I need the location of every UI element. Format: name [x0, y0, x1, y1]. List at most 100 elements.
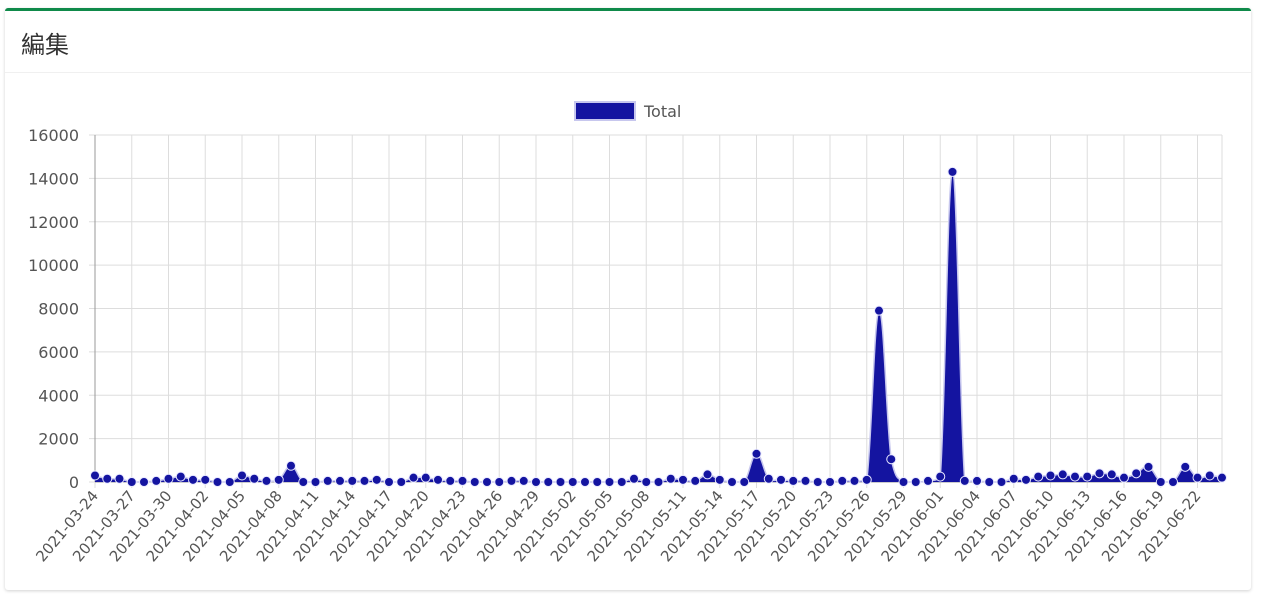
data-point[interactable]: [506, 475, 517, 486]
data-point[interactable]: [641, 477, 652, 487]
legend-label-total[interactable]: Total: [643, 102, 681, 121]
data-point[interactable]: [861, 474, 872, 485]
data-point[interactable]: [849, 475, 860, 486]
data-point[interactable]: [923, 475, 933, 486]
data-point[interactable]: [751, 448, 762, 459]
data-point[interactable]: [1070, 471, 1080, 482]
data-point[interactable]: [175, 471, 186, 482]
data-point[interactable]: [788, 475, 799, 486]
data-point[interactable]: [1106, 469, 1117, 480]
data-point[interactable]: [310, 477, 321, 487]
data-point[interactable]: [690, 475, 701, 486]
data-point[interactable]: [1094, 468, 1105, 479]
data-point[interactable]: [200, 474, 211, 485]
data-point[interactable]: [1021, 474, 1031, 485]
data-point[interactable]: [825, 477, 835, 487]
data-point[interactable]: [800, 475, 811, 486]
data-point[interactable]: [1008, 473, 1019, 484]
data-point[interactable]: [518, 475, 529, 486]
data-point[interactable]: [396, 477, 407, 487]
data-point[interactable]: [1057, 469, 1068, 480]
data-point[interactable]: [776, 474, 786, 485]
data-point[interactable]: [653, 477, 664, 487]
data-point[interactable]: [604, 477, 615, 487]
data-point[interactable]: [126, 477, 137, 487]
data-point[interactable]: [678, 474, 688, 485]
data-point[interactable]: [837, 475, 848, 486]
data-point[interactable]: [420, 472, 431, 483]
data-point[interactable]: [482, 477, 492, 487]
data-point[interactable]: [494, 477, 505, 487]
data-point[interactable]: [629, 473, 639, 484]
data-point[interactable]: [224, 477, 235, 487]
data-point[interactable]: [102, 473, 113, 484]
data-point[interactable]: [763, 473, 774, 484]
data-point[interactable]: [665, 473, 676, 484]
data-point[interactable]: [335, 475, 345, 486]
data-point[interactable]: [567, 477, 578, 487]
data-point[interactable]: [531, 477, 541, 487]
data-point[interactable]: [151, 475, 162, 486]
data-point[interactable]: [433, 474, 443, 485]
data-point[interactable]: [371, 474, 382, 485]
data-point[interactable]: [298, 477, 309, 487]
data-point[interactable]: [445, 475, 456, 486]
data-point[interactable]: [543, 477, 554, 487]
data-point[interactable]: [408, 472, 419, 483]
data-point[interactable]: [1131, 468, 1142, 479]
data-point[interactable]: [286, 460, 296, 471]
data-point[interactable]: [1033, 471, 1044, 482]
data-point[interactable]: [812, 477, 823, 487]
data-point[interactable]: [1143, 461, 1154, 472]
data-point[interactable]: [984, 477, 995, 487]
data-point[interactable]: [739, 477, 750, 487]
data-point[interactable]: [90, 470, 100, 481]
data-point[interactable]: [457, 475, 468, 486]
data-point[interactable]: [1204, 470, 1215, 481]
data-point[interactable]: [212, 477, 223, 487]
data-point[interactable]: [555, 477, 566, 487]
data-point[interactable]: [1168, 477, 1178, 487]
data-point[interactable]: [188, 474, 198, 485]
data-point[interactable]: [996, 477, 1007, 487]
data-point[interactable]: [898, 477, 909, 487]
y-tick-label: 16000: [28, 126, 79, 145]
data-point[interactable]: [580, 477, 590, 487]
data-point[interactable]: [1217, 472, 1227, 483]
data-point[interactable]: [959, 475, 970, 486]
y-tick-label: 14000: [28, 169, 79, 188]
legend[interactable]: Total: [574, 101, 681, 121]
data-point[interactable]: [347, 475, 358, 486]
data-point[interactable]: [237, 470, 247, 481]
data-point[interactable]: [616, 477, 627, 487]
data-point[interactable]: [139, 477, 149, 487]
data-point[interactable]: [249, 473, 260, 484]
data-point[interactable]: [874, 305, 884, 316]
data-point[interactable]: [714, 474, 725, 485]
data-point[interactable]: [322, 475, 333, 486]
data-point[interactable]: [1180, 461, 1191, 472]
data-point[interactable]: [384, 477, 394, 487]
data-point[interactable]: [469, 477, 480, 487]
series-line-total: [94, 171, 1223, 483]
data-point[interactable]: [261, 475, 272, 486]
data-point[interactable]: [910, 477, 921, 487]
data-point[interactable]: [972, 475, 982, 486]
data-point[interactable]: [1082, 471, 1093, 482]
y-tick-label: 4000: [38, 386, 79, 405]
data-point[interactable]: [1192, 472, 1203, 483]
legend-swatch-total[interactable]: [574, 101, 636, 121]
data-point[interactable]: [1045, 470, 1056, 481]
data-point[interactable]: [947, 166, 958, 177]
data-point[interactable]: [273, 474, 284, 485]
data-point[interactable]: [359, 475, 370, 486]
data-point[interactable]: [592, 477, 603, 487]
data-point[interactable]: [702, 469, 713, 480]
data-point[interactable]: [727, 477, 737, 487]
data-point[interactable]: [163, 473, 174, 484]
data-point[interactable]: [886, 454, 897, 465]
data-point[interactable]: [1155, 477, 1166, 487]
data-point[interactable]: [935, 471, 946, 482]
data-point[interactable]: [1119, 472, 1129, 483]
data-point[interactable]: [114, 473, 125, 484]
